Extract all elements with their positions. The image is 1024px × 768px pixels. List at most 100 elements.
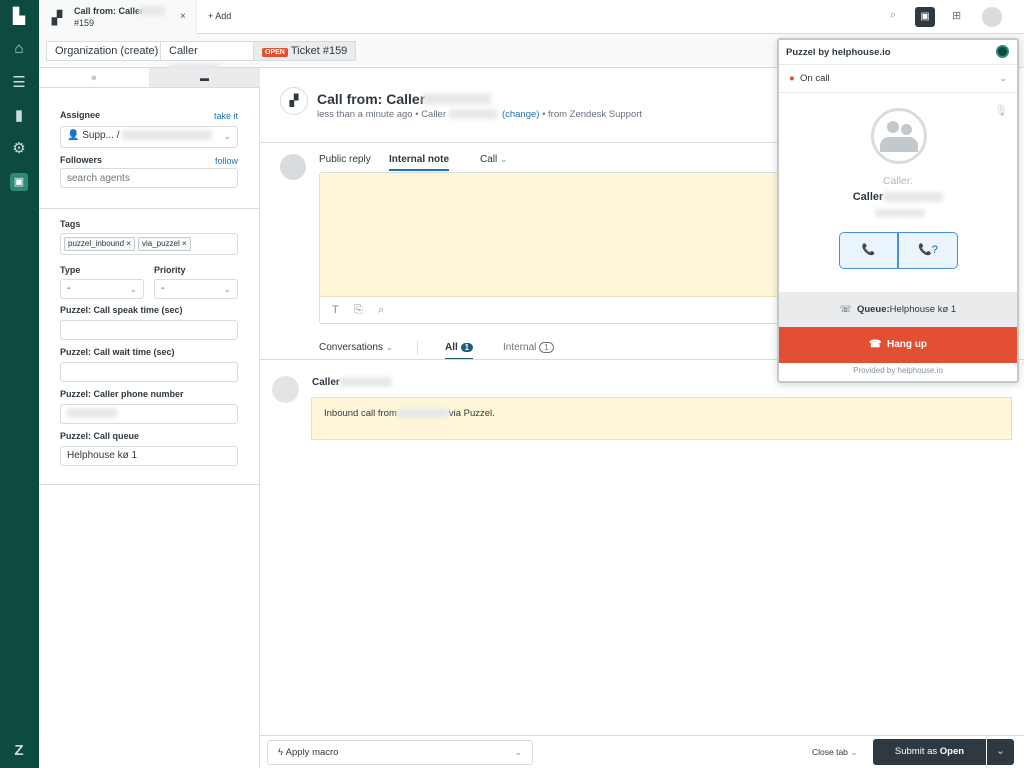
call-label: Call [480, 154, 498, 165]
divider [260, 142, 780, 143]
comment-editor[interactable]: T ⎘ ⌕ [319, 172, 779, 324]
followers-input[interactable] [60, 168, 238, 188]
tab-public-reply[interactable]: Public reply [319, 154, 371, 165]
consult-call-button[interactable]: 📞? [898, 232, 958, 269]
redacted [448, 109, 497, 120]
caller-label: Caller: [882, 175, 914, 187]
followers-label: Followers [60, 155, 103, 165]
queue-value: Helphouse kø 1 [889, 304, 957, 315]
internal-count-badge: 1 [539, 342, 554, 353]
phone-input[interactable] [60, 404, 238, 424]
puzzel-app-icon[interactable]: ▣ [10, 173, 28, 191]
queue-input[interactable]: Helphouse kø 1 [60, 446, 238, 466]
filter-internal[interactable]: Internal 1 [503, 342, 554, 353]
views-icon[interactable]: ☰ [10, 74, 28, 92]
tags-input[interactable]: puzzel_inbound × via_puzzel × [60, 233, 238, 255]
type-label: Type [60, 265, 81, 275]
hang-up-button[interactable]: ☎ Hang up [779, 327, 1017, 363]
internal-label: Internal [503, 342, 537, 353]
assignee-select[interactable]: 👤 Supp... / ⌄ [60, 126, 238, 148]
take-it-link[interactable]: take it [214, 111, 238, 121]
caller-avatar [871, 108, 927, 164]
hang-up-label: Hang up [887, 339, 927, 350]
breadcrumb-caller[interactable]: Caller [160, 41, 256, 75]
agent-avatar [280, 154, 306, 180]
redacted [396, 408, 449, 419]
tab-title: Call from: Caller [74, 6, 144, 16]
zendesk-logo-icon[interactable]: ▙ [10, 8, 28, 26]
event-author: Caller [312, 377, 340, 388]
reporting-icon[interactable]: ▮ [10, 107, 28, 125]
filter-label: Conversations [319, 342, 383, 353]
ticket-meta: less than a minute ago • Caller (change)… [317, 109, 642, 120]
search-icon[interactable]: ⌕ [890, 9, 896, 22]
tab-call[interactable]: Call ⌄ [480, 154, 508, 165]
zendesk-z-icon: Z [14, 742, 24, 759]
conversations-filter[interactable]: Conversations ⌄ [319, 342, 393, 353]
popup-title: Puzzel by helphouse.io [786, 47, 891, 58]
assignee-value: Supp... / [82, 130, 120, 141]
message-text: Inbound call from [324, 408, 397, 419]
wait-time-label: Puzzel: Call wait time (sec) [60, 347, 175, 357]
home-icon[interactable]: ⌂ [10, 40, 28, 58]
caller-avatar [272, 376, 299, 403]
attachment-icon[interactable]: ⎘ [354, 304, 363, 317]
submit-options-button[interactable]: ⌄ [987, 739, 1014, 765]
change-requester-link[interactable]: (change) [502, 109, 540, 120]
tag[interactable]: puzzel_inbound × [64, 237, 135, 251]
popup-header: Puzzel by helphouse.io [779, 40, 1017, 65]
transfer-call-button[interactable]: 📞 [839, 232, 898, 269]
ticket-tab[interactable]: ▞ Call from: Caller #159 × [39, 0, 197, 34]
close-tab-icon[interactable]: × [180, 11, 186, 22]
phone-label: Puzzel: Caller phone number [60, 389, 184, 399]
ticket-icon: ▞ [280, 87, 308, 115]
redacted [122, 130, 213, 141]
redacted [423, 93, 491, 105]
filter-all[interactable]: All 1 [445, 342, 474, 360]
divider [39, 484, 260, 485]
redacted [883, 192, 944, 203]
add-tab-button[interactable]: + Add [208, 11, 231, 21]
breadcrumb-organization[interactable]: Organization (create) [46, 41, 168, 61]
meta-text: less than a minute ago • Caller [317, 109, 447, 120]
all-label: All [445, 342, 458, 353]
user-avatar[interactable] [982, 7, 1002, 27]
status-badge: OPEN [262, 48, 288, 57]
close-tab-label: Close tab [812, 747, 848, 757]
all-count-badge: 1 [460, 343, 474, 352]
search-icon[interactable]: ⌕ [378, 304, 384, 317]
apps-grid-icon[interactable]: ⊞ [952, 9, 961, 22]
speak-time-input[interactable] [60, 320, 238, 340]
queue-label: Puzzel: Call queue [60, 431, 140, 441]
ticket-title: Call from: Caller [317, 91, 426, 107]
priority-select[interactable]: - ⌄ [154, 279, 238, 299]
tags-label: Tags [60, 219, 81, 229]
apply-macro-select[interactable]: ϟ Apply macro ⌄ [267, 740, 533, 765]
breadcrumb-ticket[interactable]: OPEN Ticket #159 [253, 41, 357, 61]
follow-link[interactable]: follow [215, 156, 238, 166]
mute-microphone-icon[interactable]: 🎙 [994, 104, 1008, 117]
text-format-icon[interactable]: T [332, 304, 339, 316]
submit-status: Open [939, 746, 965, 757]
type-value: - [67, 283, 71, 294]
tab-internal-note[interactable]: Internal note [389, 154, 450, 171]
puzzel-app-icon[interactable]: ▣ [915, 7, 935, 27]
queue-value: Helphouse kø 1 [67, 450, 138, 461]
event-message: Inbound call from via Puzzel. [311, 397, 1012, 440]
tab-number: #159 [74, 18, 95, 28]
submit-button[interactable]: Submit as Open [873, 739, 986, 765]
wait-time-input[interactable] [60, 362, 238, 382]
type-select[interactable]: - ⌄ [60, 279, 144, 299]
puzzel-call-popup: Puzzel by helphouse.io ● On call ⌄ 🎙 Call… [777, 38, 1019, 383]
message-text: via Puzzel. [448, 408, 495, 419]
admin-gear-icon[interactable]: ⚙ [10, 140, 28, 158]
note-textarea[interactable] [320, 173, 779, 297]
status-select[interactable]: ● On call ⌄ [779, 66, 1017, 93]
top-bar: ▞ Call from: Caller #159 × + Add ⌕ ▣ ⊞ [39, 0, 1024, 34]
tag[interactable]: via_puzzel × [137, 237, 191, 251]
divider [417, 341, 418, 355]
user-tab-icon[interactable]: ● [39, 68, 149, 88]
close-tab-select[interactable]: Close tab ⌄ [812, 747, 858, 758]
ticket-tab-icon[interactable]: ▬ [149, 68, 260, 88]
tag-label: via_puzzel [141, 239, 180, 248]
